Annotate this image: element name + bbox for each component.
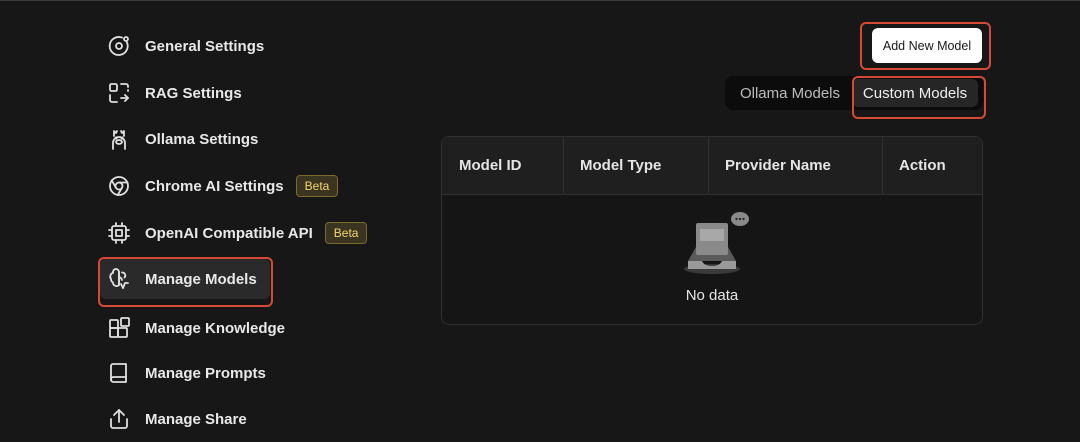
sidebar-item-label: Ollama Settings: [145, 130, 259, 148]
sidebar-item-general-settings[interactable]: General Settings: [100, 26, 264, 66]
tab-custom-models[interactable]: Custom Models: [852, 79, 978, 107]
cpu-icon: [106, 220, 132, 246]
sidebar-item-manage-prompts[interactable]: Manage Prompts: [100, 353, 266, 393]
table-header: Model ID Model Type Provider Name Action: [442, 137, 982, 195]
sidebar-item-rag-settings[interactable]: RAG Settings: [100, 73, 242, 113]
sidebar-item-label: Manage Share: [145, 410, 247, 428]
empty-state: No data: [442, 195, 982, 324]
sidebar-item-manage-models[interactable]: Manage Models: [100, 259, 270, 299]
tab-ollama-models[interactable]: Ollama Models: [728, 79, 852, 107]
sidebar-item-label: General Settings: [145, 37, 265, 55]
scan-icon: [106, 80, 132, 106]
sidebar-item-label: OpenAI Compatible API: [145, 224, 313, 242]
column-header-provider-name: Provider Name: [708, 137, 882, 194]
sidebar-item-manage-share[interactable]: Manage Share: [100, 399, 247, 439]
column-header-action: Action: [882, 137, 982, 194]
models-table: Model ID Model Type Provider Name Action…: [441, 136, 983, 325]
llama-icon: [106, 126, 132, 152]
brain-icon: [106, 266, 132, 292]
sidebar-item-label: Chrome AI Settings: [145, 177, 284, 195]
beta-badge: Beta: [295, 175, 339, 197]
book-icon: [106, 360, 132, 386]
share-icon: [106, 406, 132, 432]
beta-badge: Beta: [324, 222, 368, 244]
column-header-model-id: Model ID: [459, 157, 522, 174]
settings-page: General Settings RAG Settings Ollama Set…: [0, 0, 1080, 442]
add-new-model-button[interactable]: Add New Model: [872, 28, 982, 63]
empty-state-text: No data: [685, 287, 739, 304]
orbit-icon: [106, 33, 132, 59]
sidebar-item-label: Manage Knowledge: [145, 319, 286, 337]
column-header-model-type: Model Type: [563, 137, 708, 194]
sidebar-item-label: Manage Prompts: [145, 364, 266, 382]
model-source-tabs: Ollama Models Custom Models: [725, 76, 983, 110]
sidebar-item-ollama-settings[interactable]: Ollama Settings: [100, 119, 258, 159]
sidebar-item-label: Manage Models: [145, 270, 257, 288]
sidebar-item-label: RAG Settings: [145, 84, 242, 102]
chrome-icon: [106, 173, 132, 199]
blocks-icon: [106, 315, 132, 341]
sidebar-item-chrome-ai-settings[interactable]: Chrome AI Settings Beta: [100, 166, 339, 206]
sidebar-item-manage-knowledge[interactable]: Manage Knowledge: [100, 308, 285, 348]
sidebar-item-openai-compatible-api[interactable]: OpenAI Compatible API Beta: [100, 213, 368, 253]
empty-box-illustration: [684, 212, 749, 274]
